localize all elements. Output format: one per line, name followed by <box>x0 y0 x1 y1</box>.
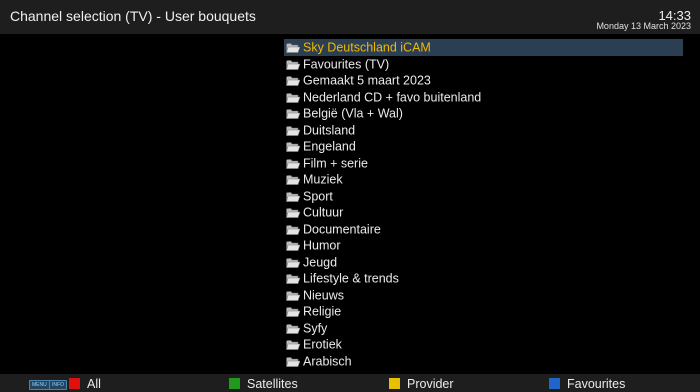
bouquet-item[interactable]: Gemaakt 5 maart 2023 <box>284 72 683 89</box>
bouquet-item[interactable]: Muziek <box>284 171 683 188</box>
bouquet-item[interactable]: Documentaire <box>284 221 683 238</box>
bouquet-label: Engeland <box>303 139 356 154</box>
folder-icon <box>286 173 301 186</box>
folder-icon <box>286 107 301 120</box>
bouquet-item[interactable]: Engeland <box>284 138 683 155</box>
bouquet-label: Gemaakt 5 maart 2023 <box>303 73 431 88</box>
yellow-key-icon[interactable] <box>389 378 400 389</box>
folder-icon <box>286 157 301 169</box>
blue-key-icon[interactable] <box>549 378 560 389</box>
folder-icon <box>286 355 301 367</box>
folder-icon <box>286 272 301 285</box>
folder-icon <box>286 305 301 318</box>
bouquet-label: Erotiek <box>303 337 342 352</box>
folder-icon <box>286 256 301 268</box>
bouquet-label: Nieuws <box>303 287 344 302</box>
bouquet-item[interactable]: Religie <box>284 303 683 320</box>
bouquet-label: Duitsland <box>303 122 356 137</box>
bouquet-item[interactable]: Humor <box>284 237 683 254</box>
bouquet-label: Religie <box>303 304 342 319</box>
folder-icon <box>286 91 301 103</box>
title-bar: Channel selection (TV) - User bouquets 1… <box>0 0 700 34</box>
folder-icon <box>286 124 301 136</box>
bouquet-label: Sport <box>303 188 333 203</box>
favourites-button[interactable]: Favourites <box>567 377 625 391</box>
color-key-bar: MENU INFO All Satellites Provider Favour… <box>0 374 700 392</box>
bouquet-label: Film + serie <box>303 155 368 170</box>
bouquet-item[interactable]: Duitsland <box>284 122 683 139</box>
folder-icon <box>286 239 301 252</box>
folder-icon <box>286 140 301 153</box>
bouquet-label: Muziek <box>303 172 343 187</box>
provider-button[interactable]: Provider <box>407 377 454 391</box>
bouquet-label: Cultuur <box>303 205 344 220</box>
bouquet-item[interactable]: België (Vla + Wal) <box>284 105 683 122</box>
folder-icon <box>286 190 301 202</box>
menu-key-icon[interactable]: MENU <box>29 380 50 390</box>
bouquet-item[interactable]: Erotiek <box>284 336 683 353</box>
bouquet-label: Favourites (TV) <box>303 56 390 71</box>
bouquet-item[interactable]: Lifestyle & trends <box>284 270 683 287</box>
satellites-button[interactable]: Satellites <box>247 377 298 391</box>
bouquet-item[interactable]: Cultuur <box>284 204 683 221</box>
bouquet-item[interactable]: Syfy <box>284 320 683 337</box>
bouquet-item[interactable]: Nieuws <box>284 287 683 304</box>
bouquet-label: Arabisch <box>303 353 352 368</box>
info-key-icon[interactable]: INFO <box>49 380 67 390</box>
bouquet-label: Humor <box>303 238 341 253</box>
folder-icon <box>286 41 301 54</box>
bouquet-label: Jeugd <box>303 254 338 269</box>
bouquet-label: Sky Deutschland iCAM <box>303 40 431 55</box>
bouquet-item[interactable]: Favourites (TV) <box>284 56 683 73</box>
bouquet-label: Documentaire <box>303 221 381 236</box>
bouquet-item[interactable]: Arabisch <box>284 353 683 370</box>
folder-icon <box>286 58 301 70</box>
green-key-icon[interactable] <box>229 378 240 389</box>
bouquet-item[interactable]: Jeugd <box>284 254 683 271</box>
bouquet-label: Nederland CD + favo buitenland <box>303 89 482 104</box>
folder-icon <box>286 74 301 87</box>
red-key-icon[interactable] <box>69 378 80 389</box>
bouquet-item[interactable]: Sport <box>284 188 683 205</box>
bouquet-label: Syfy <box>303 320 328 335</box>
date-label: Monday 13 March 2023 <box>596 21 691 31</box>
bouquet-item[interactable]: Film + serie <box>284 155 683 172</box>
folder-icon <box>286 223 301 235</box>
bouquet-item[interactable]: Nederland CD + favo buitenland <box>284 89 683 106</box>
folder-icon <box>286 289 301 301</box>
bouquet-list: Sky Deutschland iCAM Favourites (TV) Gemaa… <box>284 39 683 369</box>
bouquet-label: België (Vla + Wal) <box>303 106 403 121</box>
bouquet-item[interactable]: Sky Deutschland iCAM <box>284 39 683 56</box>
screen-title: Channel selection (TV) - User bouquets <box>10 8 256 24</box>
folder-icon <box>286 338 301 351</box>
folder-icon <box>286 322 301 334</box>
folder-icon <box>286 206 301 219</box>
all-button[interactable]: All <box>87 377 101 391</box>
bouquet-label: Lifestyle & trends <box>303 271 399 286</box>
